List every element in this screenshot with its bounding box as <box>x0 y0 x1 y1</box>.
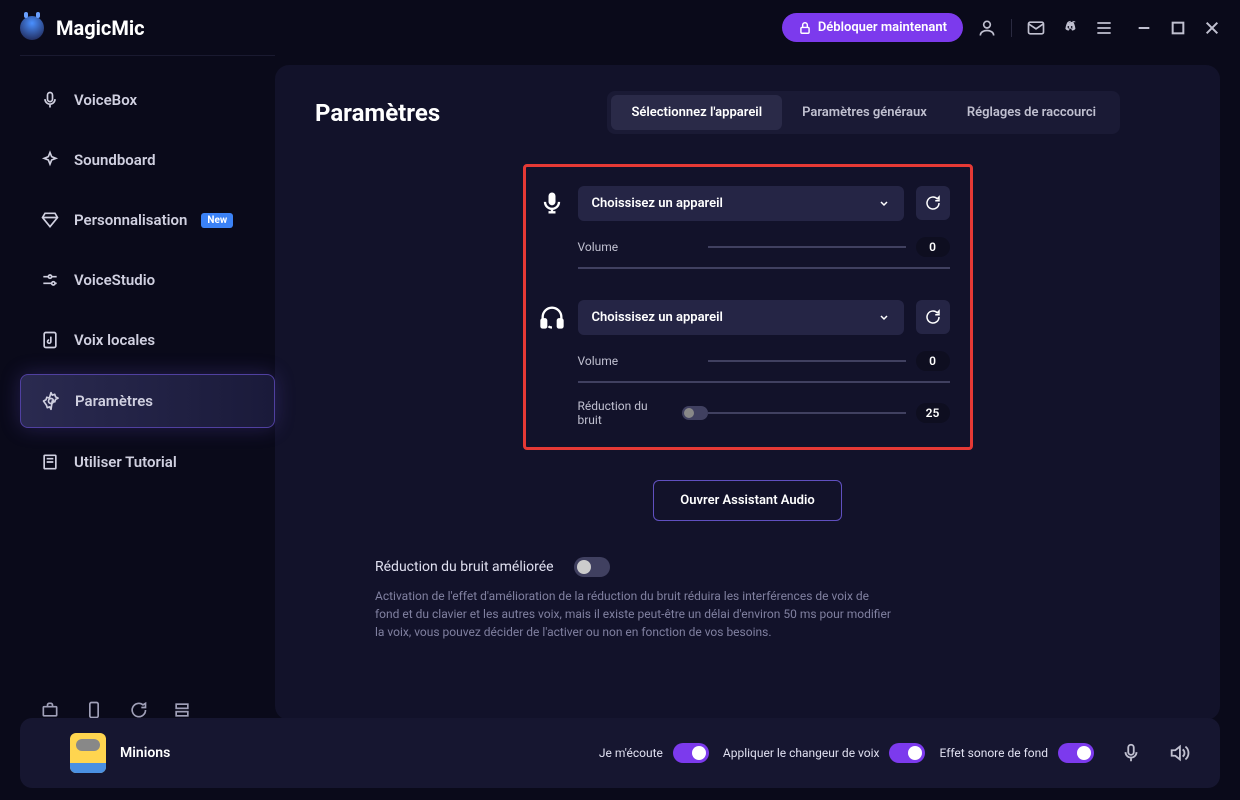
sidebar: VoiceBox Soundboard Personnalisation New… <box>20 55 275 730</box>
unlock-label: Débloquer maintenant <box>818 20 947 35</box>
enhanced-noise-block: Réduction du bruit améliorée Activation … <box>375 557 895 641</box>
footer-speaker-icon[interactable] <box>1168 742 1190 764</box>
open-audio-assistant-button[interactable]: Ouvrer Assistant Audio <box>653 480 841 521</box>
sidebar-item-label: VoiceBox <box>74 91 137 109</box>
voice-avatar-icon <box>70 733 106 773</box>
music-file-icon <box>40 330 60 350</box>
headphone-refresh-button[interactable] <box>916 300 950 334</box>
sidebar-item-personalization[interactable]: Personnalisation New <box>20 194 275 246</box>
briefcase-icon[interactable] <box>40 700 60 720</box>
gear-icon <box>41 391 61 411</box>
sidebar-item-soundboard[interactable]: Soundboard <box>20 134 275 186</box>
divider <box>578 267 950 269</box>
discord-icon[interactable] <box>1060 18 1080 38</box>
stack-icon[interactable] <box>172 700 192 720</box>
voice-name: Minions <box>120 745 170 761</box>
listen-toggle[interactable] <box>673 743 709 763</box>
sparkle-icon <box>40 150 60 170</box>
close-button[interactable] <box>1204 20 1220 36</box>
sidebar-item-voicestudio[interactable]: VoiceStudio <box>20 254 275 306</box>
phone-icon[interactable] <box>84 700 104 720</box>
sliders-icon <box>40 270 60 290</box>
tab-select-device[interactable]: Sélectionnez l'appareil <box>611 95 782 130</box>
app-name: MagicMic <box>56 16 145 40</box>
mic-select-label: Choissisez un appareil <box>592 196 723 211</box>
maximize-button[interactable] <box>1170 20 1186 36</box>
separator <box>1011 19 1012 37</box>
mail-icon[interactable] <box>1026 18 1046 38</box>
noise-reduction-slider[interactable] <box>708 412 906 414</box>
sidebar-item-tutorial[interactable]: Utiliser Tutorial <box>20 436 275 488</box>
divider <box>578 381 950 383</box>
enhanced-noise-title: Réduction du bruit améliorée <box>375 559 554 575</box>
enhanced-noise-description: Activation de l'effet d'amélioration de … <box>375 587 895 641</box>
mic-refresh-button[interactable] <box>916 186 950 220</box>
chevron-down-icon <box>878 197 890 209</box>
diamond-icon <box>40 210 60 230</box>
tab-shortcut[interactable]: Réglages de raccourci <box>947 95 1116 130</box>
content-panel: Paramètres Sélectionnez l'appareil Param… <box>275 65 1220 720</box>
headphone-volume-label: Volume <box>578 354 708 368</box>
enhanced-noise-toggle[interactable] <box>574 557 610 577</box>
minimize-button[interactable] <box>1136 20 1152 36</box>
sidebar-item-label: Paramètres <box>75 392 153 410</box>
headphone-select-label: Choissisez un appareil <box>592 310 723 325</box>
tabs: Sélectionnez l'appareil Paramètres génér… <box>607 91 1120 134</box>
current-voice[interactable]: Minions <box>70 733 170 773</box>
apply-voice-label: Appliquer le changeur de voix <box>723 746 880 760</box>
sidebar-item-label: Voix locales <box>74 331 155 349</box>
mic-volume-label: Volume <box>578 240 708 254</box>
sidebar-item-label: Utiliser Tutorial <box>74 453 177 471</box>
apply-voice-toggle[interactable] <box>889 743 925 763</box>
mic-volume-value: 0 <box>916 237 950 257</box>
bg-sound-toggle[interactable] <box>1058 743 1094 763</box>
unlock-button[interactable]: Débloquer maintenant <box>782 13 963 42</box>
tab-general[interactable]: Paramètres généraux <box>782 95 947 130</box>
book-icon <box>40 452 60 472</box>
sidebar-item-voicebox[interactable]: VoiceBox <box>20 74 275 126</box>
footer-bar: Minions Je m'écoute Appliquer le changeu… <box>20 718 1220 788</box>
mic-volume-slider[interactable] <box>708 246 906 248</box>
menu-icon[interactable] <box>1094 18 1114 38</box>
device-highlight-box: Choissisez un appareil Volume 0 Choissis… <box>523 164 973 450</box>
headphone-volume-slider[interactable] <box>708 360 906 362</box>
bg-sound-label: Effet sonore de fond <box>939 746 1048 760</box>
app-logo-icon <box>20 16 44 40</box>
noise-reduction-label: Réduction du bruit <box>578 399 708 427</box>
headphone-device-select[interactable]: Choissisez un appareil <box>578 300 904 335</box>
user-icon[interactable] <box>977 18 997 38</box>
listen-label: Je m'écoute <box>599 746 663 760</box>
chevron-down-icon <box>878 311 890 323</box>
sidebar-item-local-voices[interactable]: Voix locales <box>20 314 275 366</box>
lock-icon <box>798 21 812 35</box>
headphones-icon <box>538 297 566 337</box>
footer-mic-icon[interactable] <box>1120 742 1142 764</box>
sidebar-item-label: Personnalisation <box>74 211 187 229</box>
noise-reduction-toggle[interactable] <box>682 406 708 420</box>
noise-reduction-value: 25 <box>916 403 950 423</box>
logo-group: MagicMic <box>20 16 145 40</box>
sidebar-item-settings[interactable]: Paramètres <box>20 374 275 428</box>
sidebar-item-label: VoiceStudio <box>74 271 155 289</box>
headphone-volume-value: 0 <box>916 351 950 371</box>
chat-icon[interactable] <box>128 700 148 720</box>
microphone-icon <box>538 183 566 223</box>
sidebar-item-label: Soundboard <box>74 151 156 169</box>
mic-icon <box>40 90 60 110</box>
page-title: Paramètres <box>315 99 440 127</box>
new-badge: New <box>201 213 233 228</box>
titlebar: MagicMic Débloquer maintenant <box>0 0 1240 55</box>
mic-device-select[interactable]: Choissisez un appareil <box>578 186 904 221</box>
